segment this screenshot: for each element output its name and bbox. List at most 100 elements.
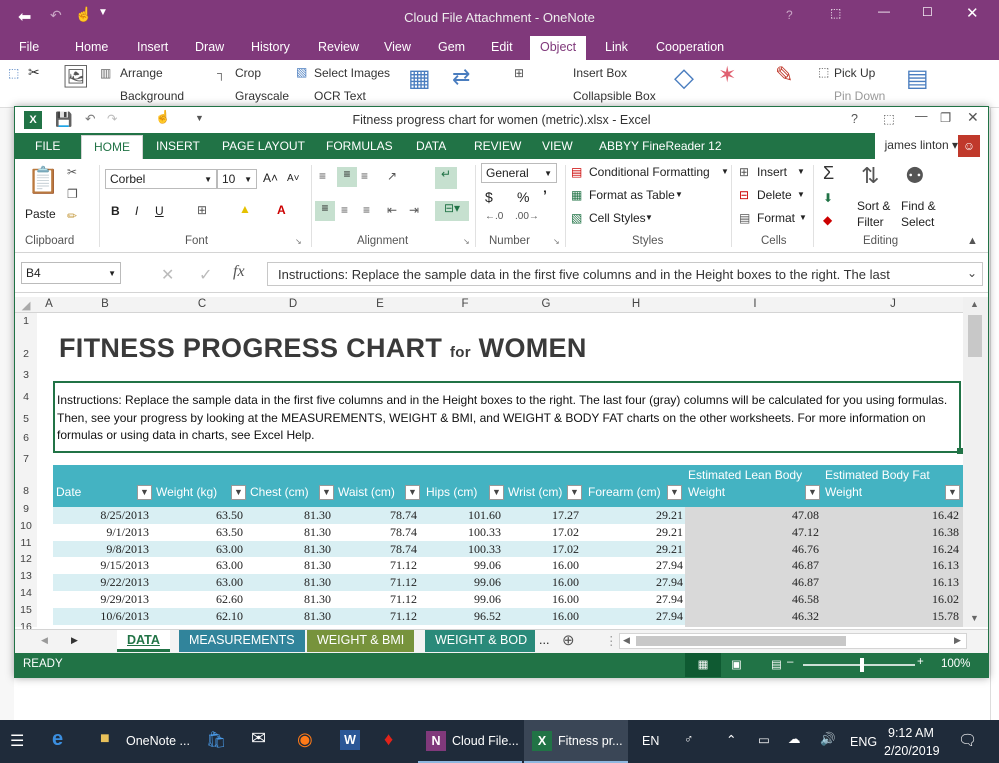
people-icon[interactable]: ♂ (684, 732, 693, 746)
table-cell[interactable]: 15.78 (932, 609, 959, 624)
sheet-tab-weight-body-fat[interactable]: WEIGHT & BOD (425, 630, 535, 652)
filter-dropdown-icon[interactable]: ▼ (805, 485, 820, 500)
table-row[interactable]: 9/22/2013 63.00 81.30 71.12 99.06 16.00 27.94 4… (53, 574, 963, 591)
table-cell[interactable]: 16.38 (932, 525, 959, 540)
table-cell[interactable]: 101.60 (468, 508, 501, 523)
tab-splitter-icon[interactable]: ⋮ (605, 633, 618, 648)
increase-indent-icon[interactable]: ⇥ (409, 203, 419, 217)
eraser-icon[interactable]: ✶ (718, 62, 736, 88)
filter-dropdown-icon[interactable]: ▼ (405, 485, 420, 500)
table-cell[interactable]: 17.02 (552, 525, 579, 540)
table-cell[interactable]: 81.30 (304, 575, 331, 590)
filter-dropdown-icon[interactable]: ▼ (667, 485, 682, 500)
table-cell[interactable]: 81.30 (304, 508, 331, 523)
table-cell[interactable]: 46.87 (792, 558, 819, 573)
page-break-view-icon[interactable]: ▤ (771, 657, 782, 671)
cell-styles-button[interactable]: Cell Styles (589, 211, 646, 225)
table-cell[interactable]: 63.50 (216, 508, 243, 523)
table-select-icon[interactable]: ▦ (408, 64, 431, 93)
name-box[interactable]: B4 ▼ (21, 262, 121, 284)
table-cell[interactable]: 46.58 (792, 592, 819, 607)
scissors-icon[interactable]: ✂ (28, 64, 40, 81)
table-cell[interactable]: 9/22/2013 (100, 575, 149, 590)
table-cell[interactable]: 16.00 (552, 592, 579, 607)
zoom-in-button[interactable]: + (917, 656, 924, 668)
table-cell[interactable]: 9/8/2013 (106, 542, 149, 557)
table-cell[interactable]: 17.02 (552, 542, 579, 557)
paste-button[interactable]: Paste (25, 207, 56, 221)
table-cell[interactable]: 16.42 (932, 508, 959, 523)
insert-cells-button[interactable]: Insert (757, 165, 787, 179)
table-cell[interactable]: 46.87 (792, 575, 819, 590)
taskbar-app-onenote[interactable]: N Cloud File... (418, 720, 522, 763)
table-cell[interactable]: 63.00 (216, 558, 243, 573)
collapse-ribbon-icon[interactable]: ▲ (967, 235, 978, 247)
conditional-formatting-button[interactable]: Conditional Formatting (589, 165, 710, 179)
expand-formula-icon[interactable]: ⌄ (967, 266, 977, 280)
filter-dropdown-icon[interactable]: ▼ (319, 485, 334, 500)
table-cell[interactable]: 62.10 (216, 609, 243, 624)
row-header[interactable]: 2 (15, 348, 37, 360)
table-cell[interactable]: 16.13 (932, 575, 959, 590)
table-cell[interactable]: 8/25/2013 (100, 508, 149, 523)
mail-icon[interactable]: ✉ (251, 728, 266, 749)
filter-dropdown-icon[interactable]: ▼ (567, 485, 582, 500)
table-cell[interactable]: 29.21 (656, 525, 683, 540)
table-cell[interactable]: 46.76 (792, 542, 819, 557)
table-cell[interactable]: 16.00 (552, 609, 579, 624)
row-header[interactable]: 6 (15, 432, 37, 444)
table-cell[interactable]: 81.30 (304, 558, 331, 573)
format-painter-icon[interactable]: ✏ (67, 209, 77, 223)
grayscale-button[interactable]: Grayscale (235, 89, 289, 103)
col-header-h[interactable]: H (585, 298, 687, 310)
table-cell[interactable]: 27.94 (656, 609, 683, 624)
format-as-table-button[interactable]: Format as Table (589, 188, 675, 202)
table-cell[interactable]: 81.30 (304, 592, 331, 607)
input-language[interactable]: EN (642, 734, 659, 748)
worksheet-grid[interactable]: FITNESS PROGRESS CHART for WOMEN Instruc… (37, 313, 963, 627)
row-header[interactable]: 8 (15, 485, 37, 497)
table-row[interactable]: 9/1/2013 63.50 81.30 78.74 100.33 17.02 29.21 4… (53, 524, 963, 541)
table-cell[interactable]: 78.74 (390, 542, 417, 557)
number-format-combo[interactable]: General ▼ (481, 163, 557, 183)
table-cell[interactable]: 99.06 (474, 558, 501, 573)
filter-dropdown-icon[interactable]: ▼ (945, 485, 960, 500)
col-header-c[interactable]: C (155, 298, 249, 310)
select-all-corner[interactable]: ◢ (15, 298, 37, 312)
tab-history[interactable]: History (251, 40, 290, 54)
table-cell[interactable]: 71.12 (390, 558, 417, 573)
instructions-cell[interactable]: Instructions: Replace the sample data in… (53, 381, 961, 453)
table-cell[interactable]: 17.27 (552, 508, 579, 523)
scroll-left-icon[interactable]: ◀ (623, 635, 630, 646)
onenote-help-button[interactable]: ? (786, 8, 793, 22)
normal-view-icon[interactable]: ▦ (685, 653, 721, 677)
number-dialog-icon[interactable]: ↘ (553, 237, 560, 246)
fill-color-icon[interactable]: ▲ (239, 202, 251, 216)
onedrive-icon[interactable]: ☁ (788, 731, 801, 746)
prev-sheet-icon[interactable]: ◀ (41, 635, 48, 646)
tab-abbyy[interactable]: ABBYY FineReader 12 (599, 139, 722, 153)
tab-view[interactable]: View (384, 40, 411, 54)
formula-input[interactable]: Instructions: Replace the sample data in… (267, 262, 983, 286)
align-top-icon[interactable]: ≡ (319, 169, 326, 183)
table-cell[interactable]: 16.13 (932, 558, 959, 573)
font-color-icon[interactable]: A (277, 203, 286, 217)
table-cell[interactable]: 78.74 (390, 525, 417, 540)
table-cell[interactable]: 27.94 (656, 558, 683, 573)
select-images-button[interactable]: Select Images (314, 66, 390, 80)
borders-icon[interactable]: ⊞ (197, 203, 207, 217)
excel-close-button[interactable]: ✕ (967, 109, 979, 126)
table-cell[interactable]: 63.00 (216, 542, 243, 557)
scroll-right-icon[interactable]: ▶ (954, 635, 961, 646)
col-header-i[interactable]: I (687, 298, 823, 310)
font-size-combo[interactable]: 10 ▼ (217, 169, 257, 189)
currency-button[interactable]: $ (485, 189, 493, 205)
clear-icon[interactable]: ◆ (823, 213, 832, 227)
row-header[interactable]: 5 (15, 413, 37, 425)
tab-object[interactable]: Object (530, 36, 587, 60)
taskbar-app-excel[interactable]: X Fitness pr... (524, 720, 628, 763)
ribbon-options-icon[interactable]: ⬚ (883, 111, 895, 126)
clock-date[interactable]: 2/20/2019 (884, 744, 940, 758)
table-row[interactable]: 9/8/2013 63.00 81.30 78.74 100.33 17.02 29.21 4… (53, 541, 963, 558)
copy-icon[interactable]: ❐ (67, 187, 78, 201)
